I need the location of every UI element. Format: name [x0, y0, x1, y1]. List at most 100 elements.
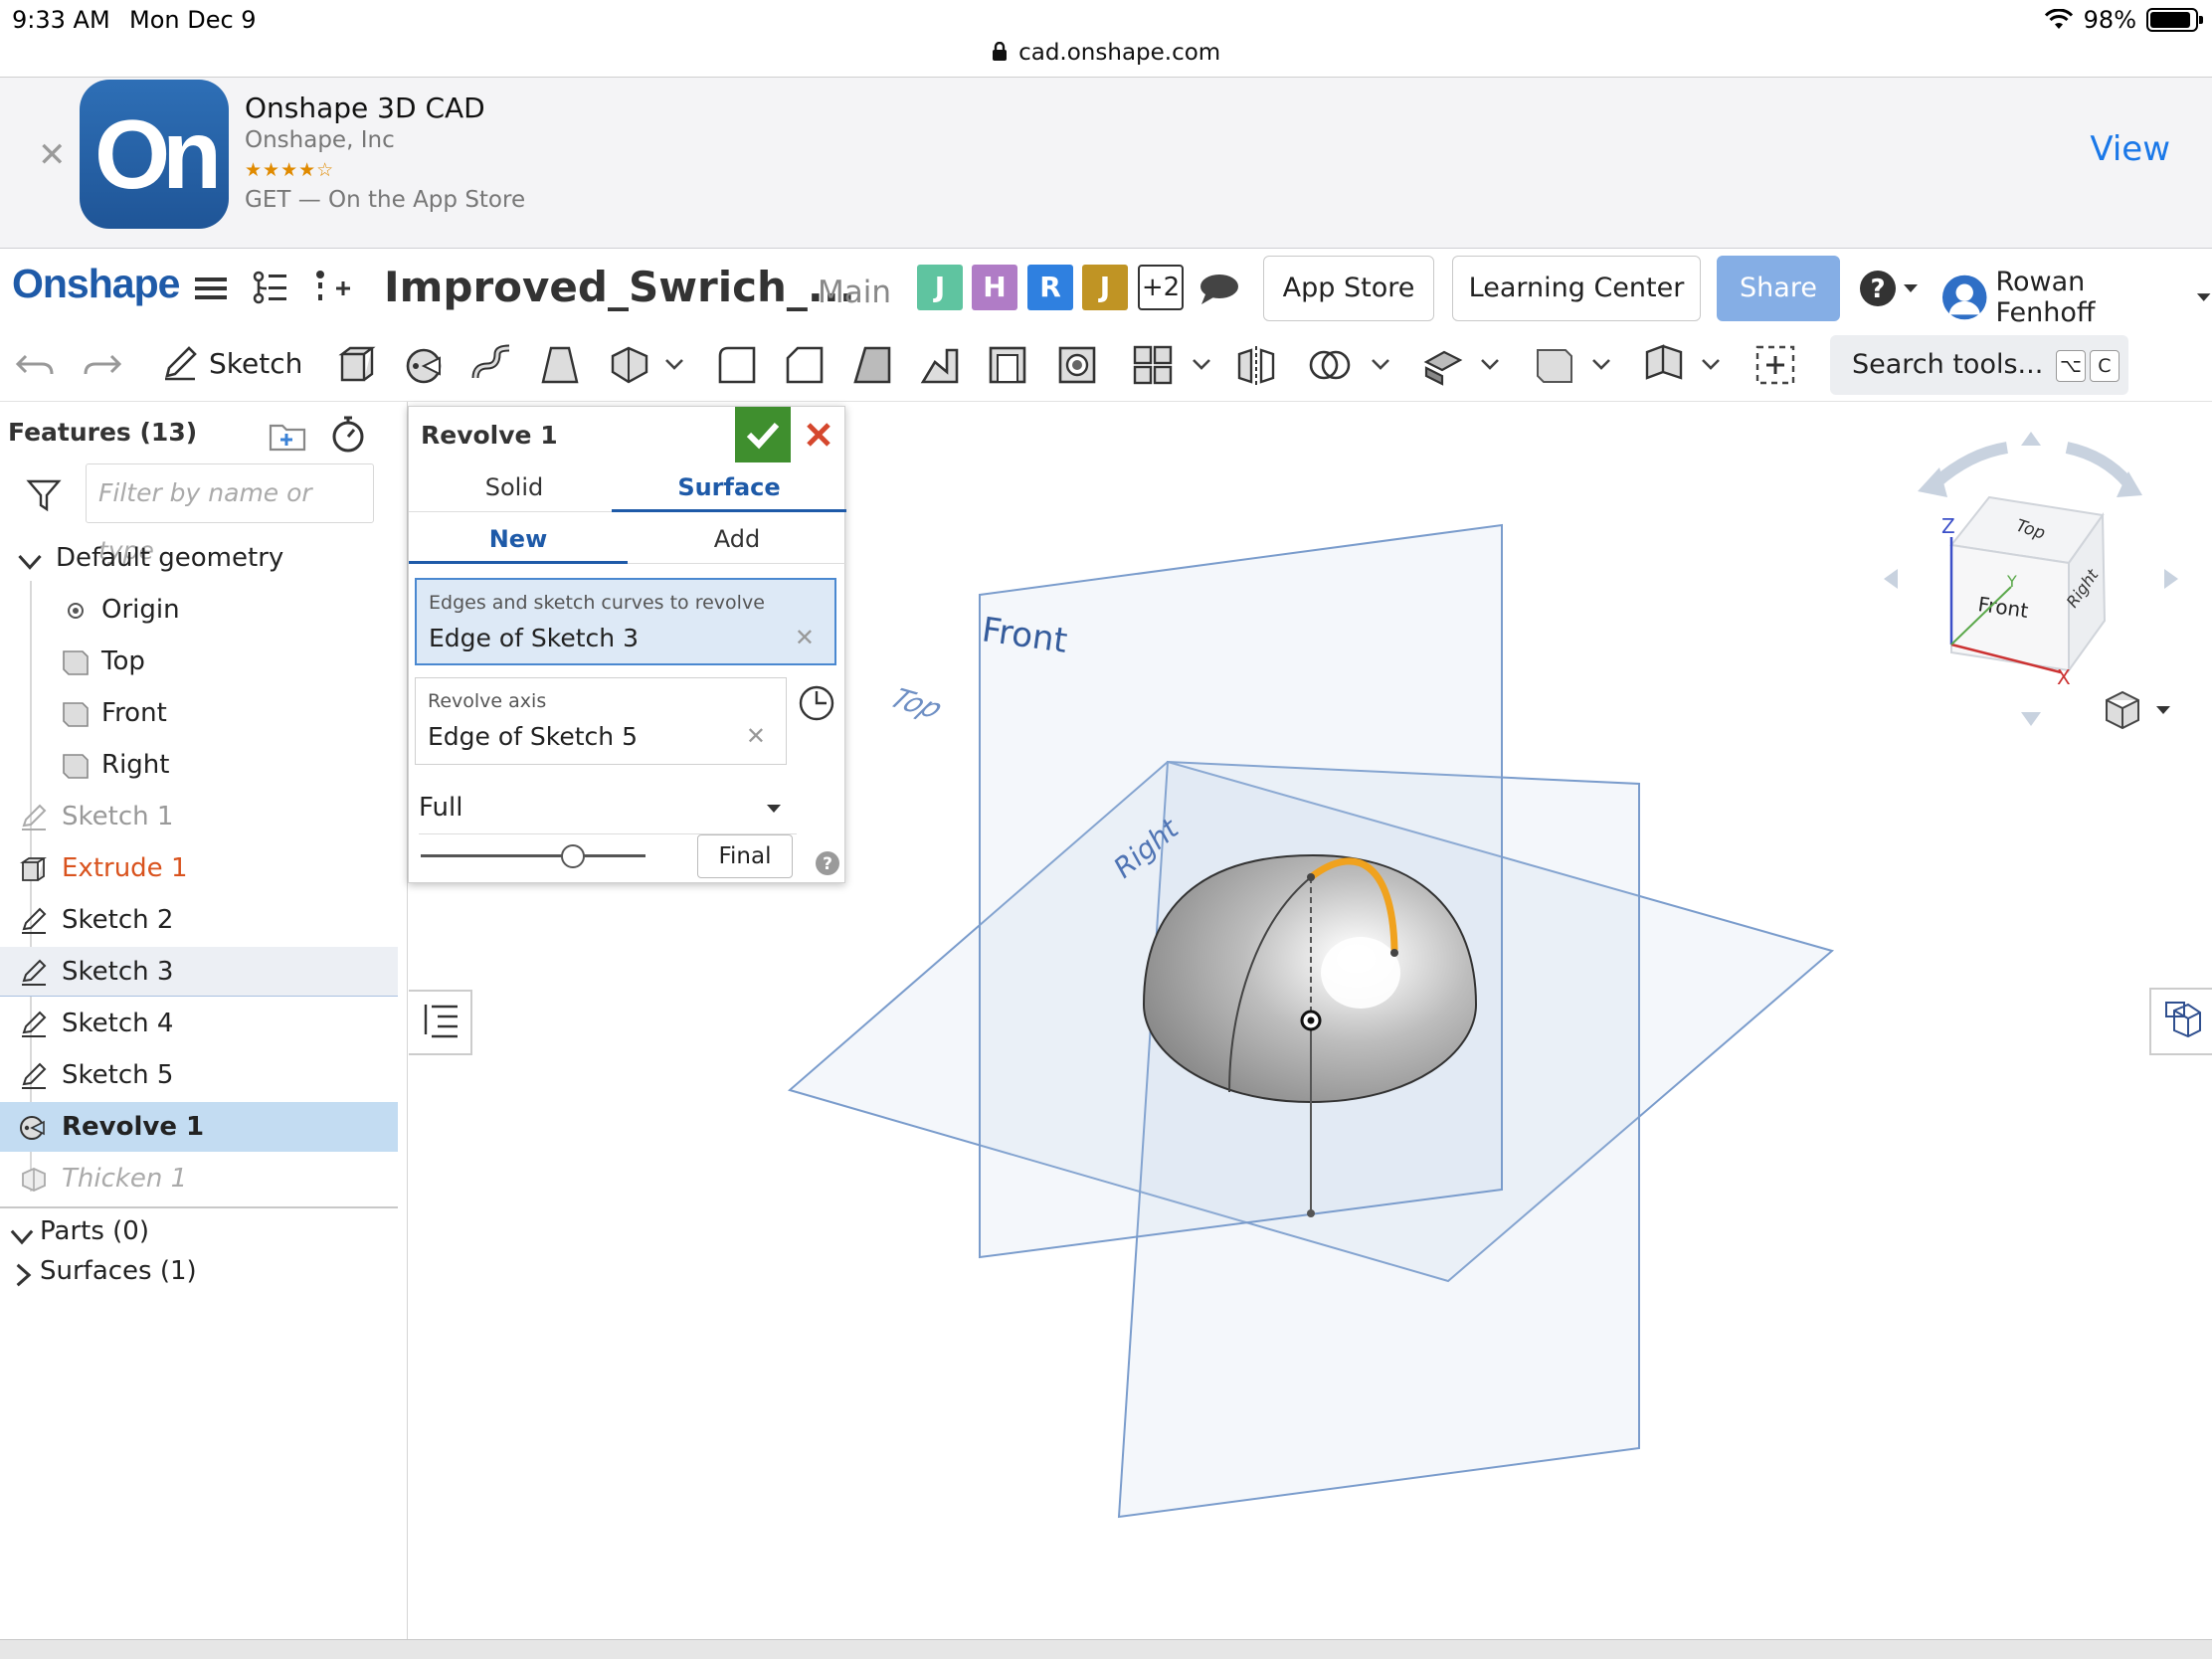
add-folder-icon[interactable] — [269, 418, 308, 454]
geometry-item-origin[interactable]: Origin — [0, 585, 398, 635]
redo-icon[interactable] — [80, 342, 123, 386]
orbit-up-arrow-icon[interactable] — [2021, 432, 2041, 446]
feature-item-sketch-4[interactable]: Sketch 4 — [0, 999, 398, 1048]
undo-icon[interactable] — [14, 342, 58, 386]
split-icon[interactable] — [1420, 342, 1466, 388]
add-custom-feature-icon[interactable] — [1752, 342, 1798, 388]
sketch-button[interactable]: Sketch — [161, 344, 302, 382]
feature-item-sketch-1[interactable]: Sketch 1 — [0, 792, 398, 841]
edges-selection-field[interactable]: Edges and sketch curves to revolve Edge … — [415, 578, 836, 665]
chevron-down-icon[interactable] — [1699, 352, 1723, 376]
sweep-icon[interactable] — [469, 342, 515, 388]
document-title[interactable]: Improved_Swrich_... — [384, 263, 855, 311]
app-store-button[interactable]: App Store — [1263, 256, 1434, 321]
learning-center-button[interactable]: Learning Center — [1452, 256, 1701, 321]
rollback-bar[interactable] — [0, 1205, 398, 1209]
share-button[interactable]: Share — [1717, 256, 1840, 321]
chevron-down-icon[interactable] — [1369, 352, 1392, 376]
geometry-item-top[interactable]: Top — [0, 637, 398, 686]
cancel-button[interactable] — [791, 407, 846, 462]
status-bar: 9:33 AM Mon Dec 9 98% — [0, 0, 2212, 40]
tab-add[interactable]: Add — [628, 514, 846, 564]
feature-item-sketch-3[interactable]: Sketch 3 — [0, 947, 398, 997]
view-options-button[interactable] — [2106, 690, 2170, 730]
orbit-right-arrow-icon[interactable] — [2164, 569, 2178, 589]
final-button[interactable]: Final — [697, 834, 793, 878]
battery-icon — [2146, 8, 2203, 32]
extrude-icon[interactable] — [334, 342, 380, 388]
shell-icon[interactable] — [985, 342, 1030, 388]
boolean-icon[interactable] — [1307, 342, 1353, 388]
feature-item-thicken-1[interactable]: Thicken 1 — [0, 1154, 398, 1203]
reverse-direction-icon[interactable] — [797, 683, 836, 723]
clear-selection-icon[interactable]: ✕ — [746, 722, 766, 750]
search-tools-input[interactable]: Search tools... ⌥ C — [1830, 335, 2128, 395]
clear-selection-icon[interactable]: ✕ — [795, 624, 815, 651]
insert-icon[interactable] — [310, 267, 354, 310]
stopwatch-icon[interactable] — [328, 414, 368, 454]
fillet-icon[interactable] — [714, 342, 760, 388]
slider-track — [421, 854, 645, 857]
help-icon[interactable]: ? — [815, 850, 840, 876]
comments-icon[interactable] — [1198, 269, 1241, 308]
end-type-dropdown[interactable]: Full — [419, 783, 797, 834]
chamfer-icon[interactable] — [782, 342, 828, 388]
menu-icon[interactable] — [189, 267, 233, 310]
banner-close-icon[interactable]: ✕ — [38, 135, 67, 175]
feature-item-extrude-1[interactable]: Extrude 1 — [0, 843, 398, 893]
accept-button[interactable] — [735, 407, 791, 462]
geometry-item-front[interactable]: Front — [0, 688, 398, 738]
rotate-arrow-icon[interactable] — [2065, 442, 2133, 488]
rollback-slider[interactable] — [421, 840, 645, 872]
rotate-arrow-icon[interactable] — [1932, 442, 2009, 488]
filter-icon[interactable] — [26, 477, 62, 513]
tab-solid[interactable]: Solid — [409, 462, 620, 512]
linear-pattern-icon[interactable] — [1130, 342, 1176, 388]
chevron-down-icon[interactable] — [1478, 352, 1502, 376]
draft-icon[interactable] — [849, 342, 895, 388]
collaborator-avatar[interactable]: H — [972, 265, 1017, 310]
geometry-item-right[interactable]: Right — [0, 740, 398, 790]
banner-company: Onshape, Inc — [245, 127, 395, 153]
plane-icon[interactable] — [1532, 342, 1577, 388]
user-avatar-icon — [1941, 275, 1987, 320]
feature-item-sketch-2[interactable]: Sketch 2 — [0, 895, 398, 945]
tab-surface[interactable]: Surface — [612, 462, 846, 512]
loft-icon[interactable] — [537, 342, 583, 388]
rib-icon[interactable] — [917, 342, 963, 388]
collaborator-avatar[interactable]: J — [917, 265, 963, 310]
chevron-down-icon[interactable] — [1589, 352, 1613, 376]
default-geometry-group[interactable]: Default geometry — [0, 533, 398, 583]
collaborator-avatar[interactable]: J — [1082, 265, 1128, 310]
orbit-left-arrow-icon[interactable] — [1884, 569, 1898, 589]
orbit-down-arrow-icon[interactable] — [2021, 712, 2041, 726]
view-cube[interactable]: Top Front Right Z X Y — [1884, 432, 2178, 726]
versions-tree-icon[interactable] — [249, 267, 292, 310]
thicken-icon[interactable] — [607, 342, 652, 388]
hole-icon[interactable] — [1054, 342, 1100, 388]
onshape-logo[interactable]: Onshape — [12, 261, 180, 307]
feature-item-revolve-1[interactable]: Revolve 1 — [0, 1102, 398, 1152]
parts-group[interactable]: Parts (0) — [0, 1211, 398, 1251]
more-collaborators-badge[interactable]: +2 — [1138, 265, 1184, 310]
feature-panel-toggle[interactable] — [409, 990, 472, 1055]
help-icon[interactable]: ? — [1858, 269, 1924, 308]
z-axis-label: Z — [1941, 514, 1955, 538]
mirror-icon[interactable] — [1233, 342, 1279, 388]
chevron-down-icon[interactable] — [1190, 352, 1213, 376]
sheet-metal-icon[interactable] — [1641, 342, 1687, 388]
address-bar[interactable]: cad.onshape.com — [0, 40, 2212, 78]
revolve-axis-field[interactable]: Revolve axis Edge of Sketch 5 ✕ — [415, 677, 787, 765]
revolve-icon[interactable] — [402, 342, 448, 388]
chevron-down-icon[interactable] — [662, 352, 686, 376]
slider-thumb[interactable] — [561, 844, 585, 868]
sketch-icon — [22, 1062, 47, 1089]
filter-input[interactable]: Filter by name or type — [86, 463, 374, 565]
surfaces-group[interactable]: Surfaces (1) — [0, 1251, 398, 1291]
banner-view-link[interactable]: View — [2090, 129, 2170, 169]
tab-new[interactable]: New — [409, 514, 628, 564]
collaborator-avatar[interactable]: R — [1027, 265, 1073, 310]
display-states-toggle[interactable] — [2149, 988, 2212, 1055]
user-menu[interactable]: Rowan Fenhoff — [1941, 267, 2212, 328]
feature-item-sketch-5[interactable]: Sketch 5 — [0, 1050, 398, 1100]
